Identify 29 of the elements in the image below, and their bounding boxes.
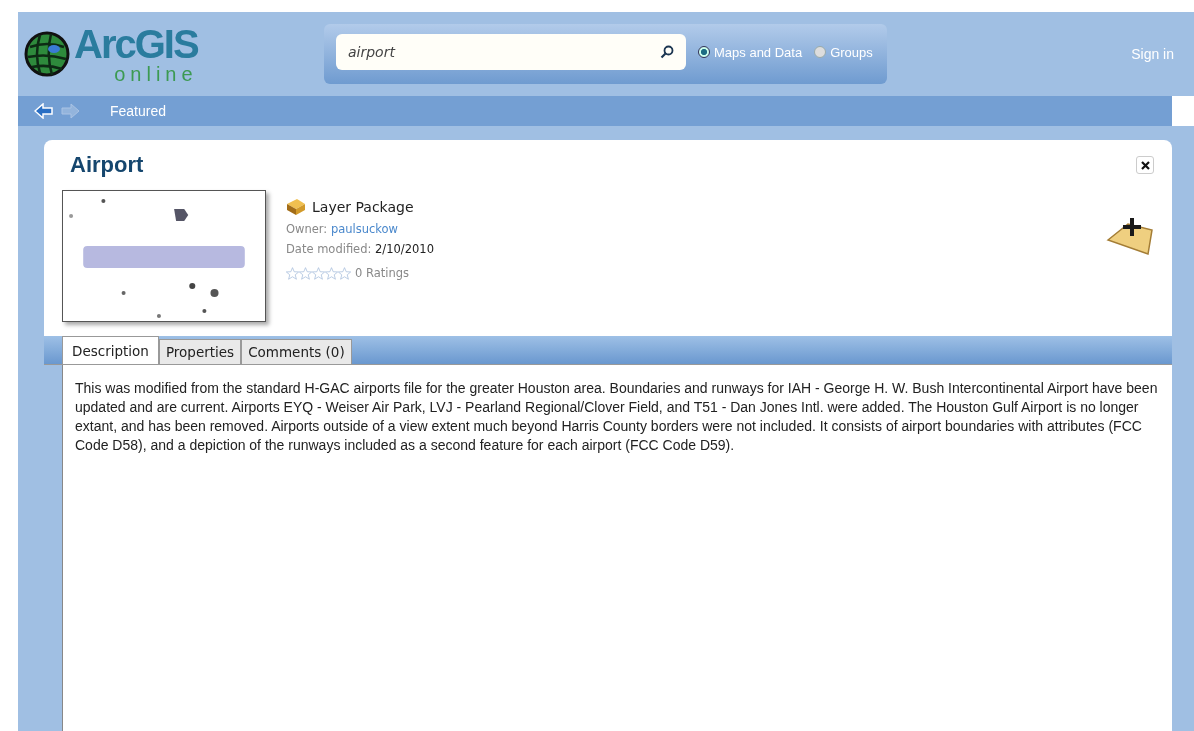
owner-label: Owner: [286, 222, 328, 236]
star-icon[interactable] [338, 266, 351, 280]
scope-radio[interactable]: Maps and Data [698, 44, 803, 60]
tab[interactable]: Description [62, 336, 159, 364]
item-type: Layer Package [312, 199, 414, 215]
close-icon[interactable] [1140, 160, 1150, 170]
star-icon[interactable] [312, 266, 325, 280]
ratings-count: 0 Ratings [355, 266, 410, 280]
item-title: Airport [70, 152, 144, 178]
description-text: This was modified from the standard H-GAC airports file for the greater Houston area. Boundaries and runways for IAH - George H. W. Bush Intercontinental Airport have been updated and are current. Airports EYQ - Weiser Air Park, LVJ - Pearland Regional/Clover Field, and T51 - Dan Jones Intl. were added. The Houston Gulf Airport is no longer extant, and has been removed. Airports outside of a view extent much beyond Harris County borders were not included. It consists of airport boundaries with attributes (FCC Code D58), and a depiction of the runways included as a second feature for each airport (FCC Code D59). [75, 379, 1158, 455]
close-button[interactable] [1136, 156, 1154, 174]
globe-icon [24, 31, 70, 77]
search-icon[interactable] [660, 45, 674, 59]
date-label: Date modified: [286, 242, 372, 256]
star-icon[interactable] [325, 266, 338, 280]
package-icon [286, 198, 306, 216]
logo-subtitle: online [114, 64, 198, 84]
forward-arrow-icon[interactable] [60, 103, 80, 119]
owner-link[interactable]: paulsuckow [330, 222, 398, 236]
scope-radio[interactable]: Groups [814, 44, 873, 60]
search-field[interactable]: airport [336, 34, 686, 70]
breadcrumb[interactable]: Featured [110, 103, 167, 119]
tab[interactable]: Properties [158, 339, 242, 364]
tab[interactable]: Comments (0) [241, 339, 352, 364]
date-value: 2/10/2010 [375, 242, 434, 256]
star-icon[interactable] [299, 266, 312, 280]
logo-title: ArcGIS [74, 24, 198, 64]
star-icon[interactable] [286, 266, 299, 280]
back-arrow-icon[interactable] [34, 103, 54, 119]
